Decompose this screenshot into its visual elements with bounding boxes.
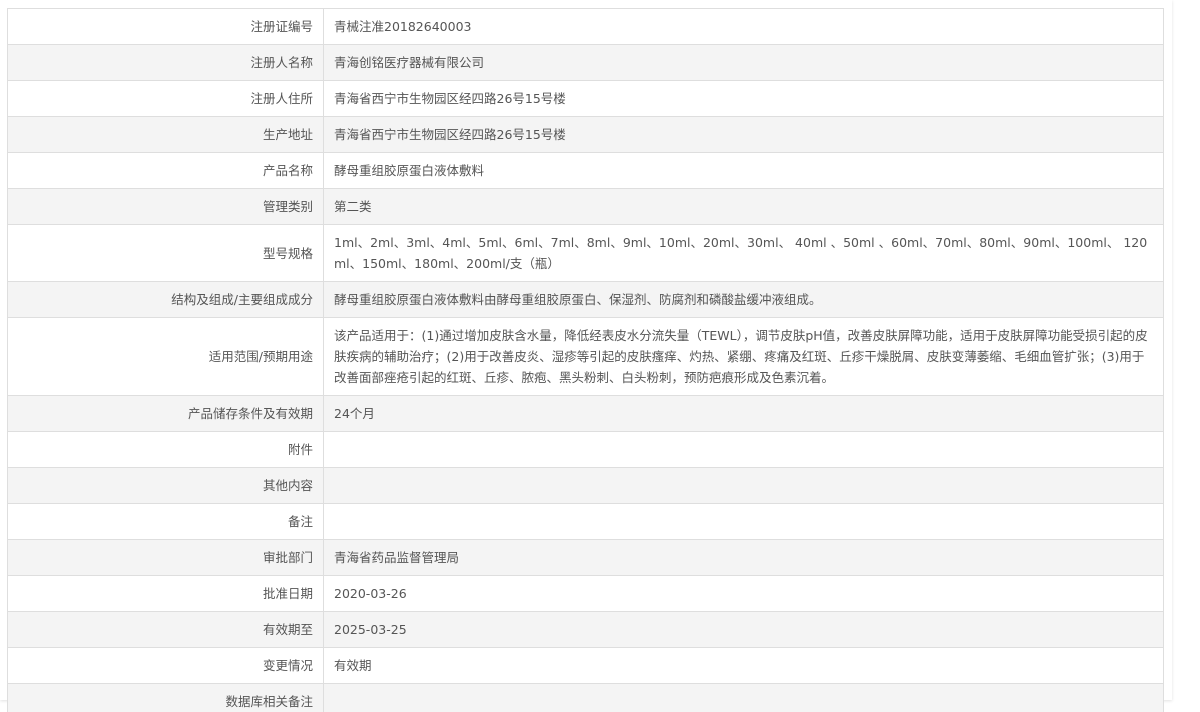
table-row: 管理类别 第二类: [7, 188, 1164, 225]
field-value: [323, 467, 1164, 504]
field-label: 产品名称: [7, 152, 324, 189]
field-label: 附件: [7, 431, 324, 468]
field-value: 第二类: [323, 188, 1164, 225]
field-label: 适用范围/预期用途: [7, 317, 324, 396]
field-value: 酵母重组胶原蛋白液体敷料由酵母重组胶原蛋白、保湿剂、防腐剂和磷酸盐缓冲液组成。: [323, 281, 1164, 318]
field-value: [323, 683, 1164, 712]
field-label: 有效期至: [7, 611, 324, 648]
field-label: 变更情况: [7, 647, 324, 684]
field-label: 生产地址: [7, 116, 324, 153]
field-value: 有效期: [323, 647, 1164, 684]
table-row: 产品储存条件及有效期 24个月: [7, 395, 1164, 432]
field-value: 青械注准20182640003: [323, 8, 1164, 45]
registration-detail-page: 注册证编号 青械注准20182640003 注册人名称 青海创铭医疗器械有限公司…: [0, 0, 1200, 712]
table-row: 型号规格 1ml、2ml、3ml、4ml、5ml、6ml、7ml、8ml、9ml…: [7, 224, 1164, 282]
table-row: 结构及组成/主要组成成分 酵母重组胶原蛋白液体敷料由酵母重组胶原蛋白、保湿剂、防…: [7, 281, 1164, 318]
field-value: [323, 431, 1164, 468]
field-value: [323, 503, 1164, 540]
field-value: 该产品适用于：(1)通过增加皮肤含水量，降低经表皮水分流失量（TEWL），调节皮…: [323, 317, 1164, 396]
field-label: 批准日期: [7, 575, 324, 612]
field-value: 青海省西宁市生物园区经四路26号15号楼: [323, 80, 1164, 117]
table-row: 附件: [7, 431, 1164, 468]
field-value: 酵母重组胶原蛋白液体敷料: [323, 152, 1164, 189]
field-label: 注册人住所: [7, 80, 324, 117]
table-row: 有效期至 2025-03-25: [7, 611, 1164, 648]
table-row: 注册人住所 青海省西宁市生物园区经四路26号15号楼: [7, 80, 1164, 117]
table-row: 生产地址 青海省西宁市生物园区经四路26号15号楼: [7, 116, 1164, 153]
table-row: 其他内容: [7, 467, 1164, 504]
field-label: 数据库相关备注: [7, 683, 324, 712]
field-label: 结构及组成/主要组成成分: [7, 281, 324, 318]
field-label: 其他内容: [7, 467, 324, 504]
field-value: 2020-03-26: [323, 575, 1164, 612]
field-value: 青海省西宁市生物园区经四路26号15号楼: [323, 116, 1164, 153]
field-label: 产品储存条件及有效期: [7, 395, 324, 432]
field-label: 审批部门: [7, 539, 324, 576]
table-row: 产品名称 酵母重组胶原蛋白液体敷料: [7, 152, 1164, 189]
field-label: 注册证编号: [7, 8, 324, 45]
table-row: 注册证编号 青械注准20182640003: [7, 8, 1164, 45]
table-row: 备注: [7, 503, 1164, 540]
table-row: 变更情况 有效期: [7, 647, 1164, 684]
field-label: 型号规格: [7, 224, 324, 282]
table-row: 注册人名称 青海创铭医疗器械有限公司: [7, 44, 1164, 81]
registration-detail-table: 注册证编号 青械注准20182640003 注册人名称 青海创铭医疗器械有限公司…: [7, 8, 1164, 712]
table-row: 审批部门 青海省药品监督管理局: [7, 539, 1164, 576]
field-label: 管理类别: [7, 188, 324, 225]
field-value: 1ml、2ml、3ml、4ml、5ml、6ml、7ml、8ml、9ml、10ml…: [323, 224, 1164, 282]
field-value: 24个月: [323, 395, 1164, 432]
table-row: 数据库相关备注: [7, 683, 1164, 712]
field-value: 青海创铭医疗器械有限公司: [323, 44, 1164, 81]
field-label: 备注: [7, 503, 324, 540]
table-row: 适用范围/预期用途 该产品适用于：(1)通过增加皮肤含水量，降低经表皮水分流失量…: [7, 317, 1164, 396]
field-value: 青海省药品监督管理局: [323, 539, 1164, 576]
table-row: 批准日期 2020-03-26: [7, 575, 1164, 612]
field-label: 注册人名称: [7, 44, 324, 81]
field-value: 2025-03-25: [323, 611, 1164, 648]
